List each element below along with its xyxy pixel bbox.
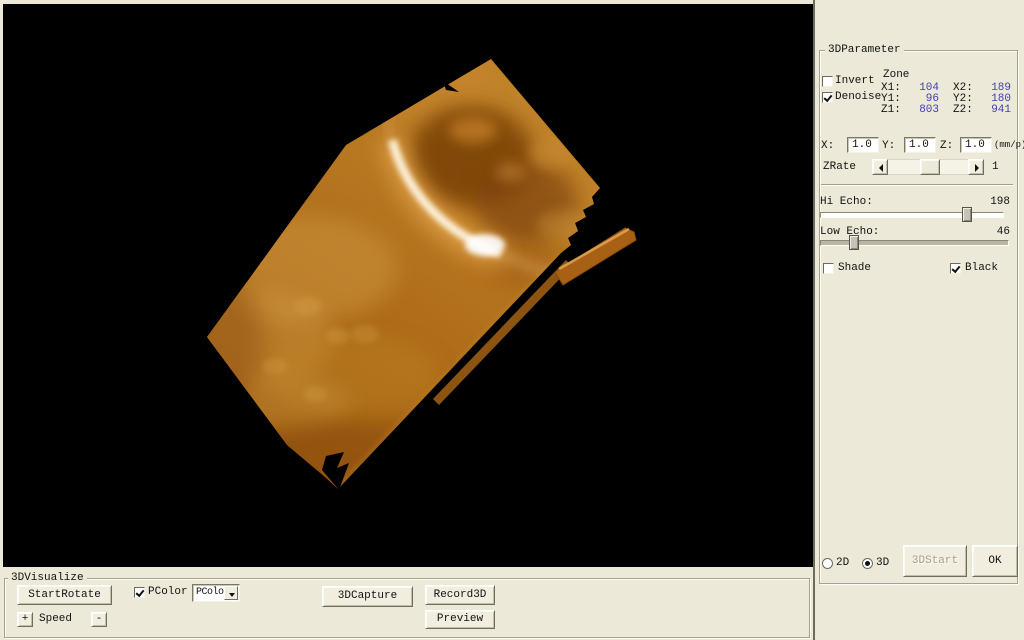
low-echo-value: 46 bbox=[965, 226, 1010, 239]
scale-x-label: X: bbox=[821, 140, 834, 153]
speed-label: Speed bbox=[39, 613, 72, 626]
pcolor-dropdown[interactable]: PColor bbox=[192, 584, 240, 602]
zrate-label: ZRate bbox=[823, 161, 856, 174]
scale-z-input[interactable] bbox=[960, 137, 992, 153]
zone-z2-value: 941 bbox=[975, 104, 1011, 117]
parameter-panel: 3DParameter Invert Denoise Zone X1: 104 … bbox=[813, 0, 1024, 640]
zone-z1-label: Z1: bbox=[881, 104, 901, 117]
speed-plus-button[interactable]: + bbox=[17, 612, 33, 627]
low-echo-slider-thumb[interactable] bbox=[849, 235, 859, 250]
hi-echo-slider-track[interactable] bbox=[820, 212, 1004, 218]
invert-checkbox[interactable] bbox=[822, 76, 833, 87]
hi-echo-label: Hi Echo: bbox=[820, 196, 873, 209]
zrate-scroll-thumb[interactable] bbox=[920, 159, 940, 175]
speed-minus-button[interactable]: - bbox=[91, 612, 107, 627]
shade-label: Shade bbox=[838, 262, 871, 275]
separator bbox=[821, 184, 1013, 185]
ok-button[interactable]: OK bbox=[972, 545, 1018, 577]
mode-3d-label: 3D bbox=[876, 557, 889, 570]
3dparameter-group-title: 3DParameter bbox=[825, 44, 904, 56]
preview-button[interactable]: Preview bbox=[425, 610, 495, 629]
arrow-left-icon bbox=[875, 164, 883, 172]
zone-z1-value: 803 bbox=[903, 104, 939, 117]
zrate-scroll-right-button[interactable] bbox=[968, 159, 984, 175]
pcolor-checkbox[interactable] bbox=[134, 587, 145, 598]
zone-title: Zone bbox=[883, 69, 909, 82]
visualize-panel: 3DVisualize StartRotate + Speed - PColor… bbox=[0, 567, 813, 640]
3dparameter-groupbox bbox=[819, 50, 1018, 584]
chevron-down-icon bbox=[229, 593, 235, 597]
denoise-checkbox[interactable] bbox=[822, 92, 833, 103]
mode-2d-label: 2D bbox=[836, 557, 849, 570]
3dstart-button[interactable]: 3DStart bbox=[903, 545, 967, 577]
zrate-scrollbar bbox=[872, 159, 984, 175]
denoise-label: Denoise bbox=[835, 91, 881, 104]
start-rotate-button[interactable]: StartRotate bbox=[17, 585, 112, 605]
zrate-value: 1 bbox=[992, 161, 999, 174]
scale-y-input[interactable] bbox=[904, 137, 936, 153]
black-checkbox[interactable] bbox=[950, 263, 961, 274]
mode-2d-radio[interactable] bbox=[822, 558, 833, 569]
arrow-right-icon bbox=[975, 164, 983, 172]
scale-z-label: Z: bbox=[940, 140, 953, 153]
pcolor-dropdown-button[interactable] bbox=[224, 586, 238, 600]
black-label: Black bbox=[965, 262, 998, 275]
invert-label: Invert bbox=[835, 75, 875, 88]
ultrasound-3d-app: { "window": { "background": "#ece9d8", "… bbox=[0, 0, 1024, 640]
zone-z2-label: Z2: bbox=[953, 104, 973, 117]
shade-checkbox[interactable] bbox=[823, 263, 834, 274]
pcolor-label: PColor bbox=[148, 586, 188, 599]
viewport-3d[interactable] bbox=[3, 4, 813, 567]
3dvisualize-group-title: 3DVisualize bbox=[8, 572, 87, 584]
scale-y-label: Y: bbox=[882, 140, 895, 153]
3dcapture-button[interactable]: 3DCapture bbox=[322, 586, 413, 607]
scale-x-input[interactable] bbox=[847, 137, 879, 153]
hi-echo-slider-thumb[interactable] bbox=[962, 207, 972, 222]
ultrasound-volume bbox=[3, 4, 813, 567]
record3d-button[interactable]: Record3D bbox=[425, 585, 495, 605]
mode-3d-radio[interactable] bbox=[862, 558, 873, 569]
zrate-scroll-left-button[interactable] bbox=[872, 159, 888, 175]
scale-unit-label: (mm/p) bbox=[994, 139, 1024, 152]
